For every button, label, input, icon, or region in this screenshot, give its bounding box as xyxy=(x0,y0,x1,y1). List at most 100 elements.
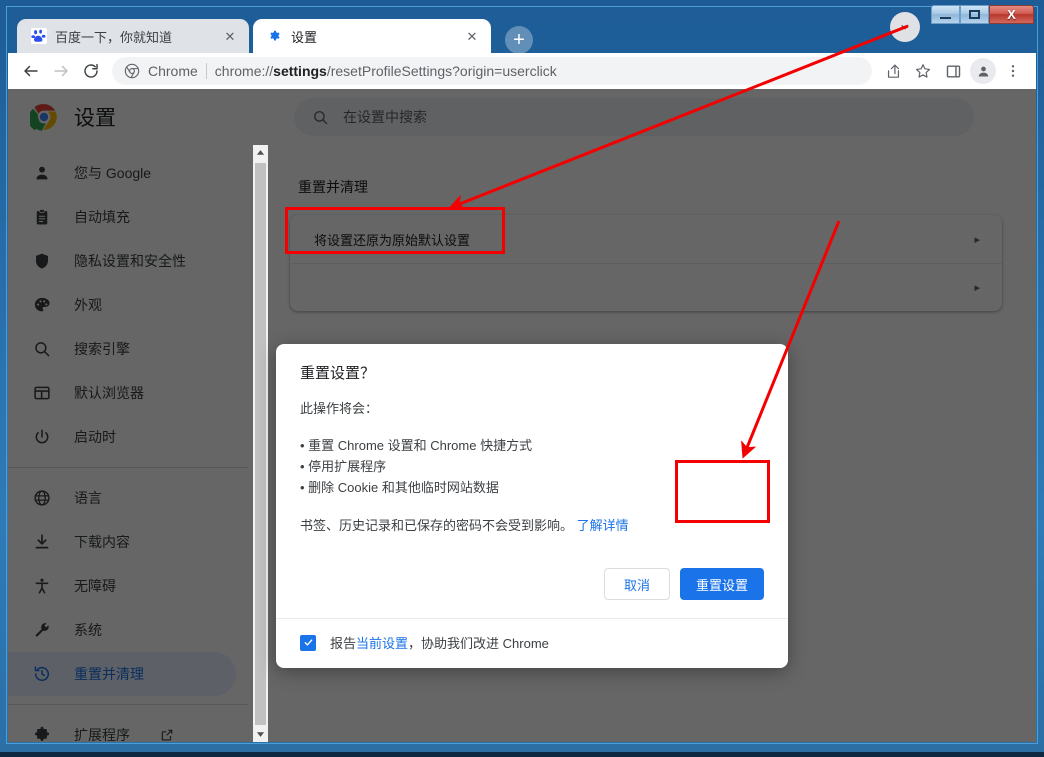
maximize-button[interactable] xyxy=(960,5,989,24)
tab-baidu[interactable]: 百度一下，你就知道 ✕ xyxy=(17,19,249,53)
footer-prefix: 报告 xyxy=(330,636,357,651)
shield-icon xyxy=(32,251,52,271)
page-viewport: 设置 在设置中搜索 您与 Google 自动填充 隐私设置和安全性 外观 搜索引… xyxy=(8,89,1036,742)
report-settings-checkbox[interactable] xyxy=(300,634,316,651)
sidebar-item-autofill[interactable]: 自动填充 xyxy=(8,195,248,239)
row-secondary[interactable]: ▸ xyxy=(290,263,1002,311)
sidebar-item-label: 外观 xyxy=(74,297,102,313)
omnibox-scheme-label: Chrome xyxy=(148,63,198,79)
sidebar-item-label: 自动填充 xyxy=(74,209,130,225)
sidebar-item-label: 下载内容 xyxy=(74,534,130,550)
sidebar-item-privacy-security[interactable]: 隐私设置和安全性 xyxy=(8,239,248,283)
sidebar-item-languages[interactable]: 语言 xyxy=(8,476,248,520)
window-titlebar[interactable] xyxy=(0,0,1044,12)
dialog-intro-text: 此操作将会： xyxy=(300,401,379,416)
sidebar-scrollbar[interactable] xyxy=(253,145,268,742)
sidebar-item-label: 无障碍 xyxy=(74,578,116,594)
sidebar-item-label: 搜索引擎 xyxy=(74,341,130,357)
browser-window: X 百度一下，你就知道 ✕ 设置 ✕ + Chrome chrome://set… xyxy=(0,0,1044,752)
new-tab-button[interactable]: + xyxy=(505,26,533,54)
tab-search-button[interactable] xyxy=(890,12,920,42)
sidebar-item-reset-and-clean-up[interactable]: 重置并清理 xyxy=(8,652,236,696)
settings-header: 设置 在设置中搜索 xyxy=(8,89,1036,145)
share-icon xyxy=(887,64,899,78)
three-dots-icon xyxy=(1011,65,1015,77)
share-button[interactable] xyxy=(878,56,908,86)
settings-brand: 设置 xyxy=(8,102,248,132)
reset-settings-dialog: 重置设置？ 此操作将会： • 重置 Chrome 设置和 Chrome 快捷方式… xyxy=(276,344,788,668)
maximize-icon xyxy=(969,10,980,19)
profile-avatar-button[interactable] xyxy=(970,58,996,84)
sidebar-item-label: 隐私设置和安全性 xyxy=(74,253,186,269)
dialog-bullet-list: • 重置 Chrome 设置和 Chrome 快捷方式 • 停用扩展程序 • 删… xyxy=(300,435,764,498)
forward-button[interactable] xyxy=(46,56,76,86)
chrome-icon xyxy=(124,63,140,79)
minimize-icon xyxy=(940,17,951,19)
page-title: 设置 xyxy=(74,107,116,130)
wrench-icon xyxy=(32,620,52,640)
dialog-title: 重置设置？ xyxy=(300,365,376,382)
minimize-button[interactable] xyxy=(931,5,960,24)
bookmark-button[interactable] xyxy=(908,56,938,86)
search-icon xyxy=(32,339,52,359)
scrollbar-up-arrow[interactable] xyxy=(253,145,268,160)
power-icon xyxy=(32,427,52,447)
close-button[interactable]: X xyxy=(989,5,1034,24)
close-icon: X xyxy=(1007,7,1016,22)
sidebar-item-label: 重置并清理 xyxy=(74,666,144,682)
tab-title: 设置 xyxy=(291,29,318,45)
settings-search-box[interactable]: 在设置中搜索 xyxy=(294,98,974,136)
tab-settings[interactable]: 设置 ✕ xyxy=(253,19,491,53)
window-controls: X xyxy=(931,5,1034,24)
clipboard-icon xyxy=(32,207,52,227)
sidebar-item-search-engine[interactable]: 搜索引擎 xyxy=(8,327,248,371)
tab-close-icon[interactable]: ✕ xyxy=(221,27,239,45)
dialog-bullet-item: • 重置 Chrome 设置和 Chrome 快捷方式 xyxy=(300,438,533,453)
cancel-button[interactable]: 取消 xyxy=(603,568,670,600)
sidebar-item-accessibility[interactable]: 无障碍 xyxy=(8,564,248,608)
current-settings-link[interactable]: 当前设置 xyxy=(356,636,408,651)
sidebar-item-system[interactable]: 系统 xyxy=(8,608,248,652)
learn-more-link[interactable]: 了解详情 xyxy=(577,518,629,533)
person-icon xyxy=(32,163,52,183)
sidebar-item-appearance[interactable]: 外观 xyxy=(8,283,248,327)
sidebar-item-default-browser[interactable]: 默认浏览器 xyxy=(8,371,248,415)
reset-settings-card: 将设置还原为原始默认设置 ▸ ▸ xyxy=(290,215,1002,311)
sidebar-item-label: 启动时 xyxy=(74,429,116,445)
dialog-body: 重置设置？ 此操作将会： • 重置 Chrome 设置和 Chrome 快捷方式… xyxy=(276,344,788,568)
section-title: 重置并清理 xyxy=(298,179,368,195)
globe-icon xyxy=(32,488,52,508)
download-icon xyxy=(32,532,52,552)
sidebar-item-extensions[interactable]: 扩展程序 xyxy=(8,713,248,742)
scrollbar-thumb[interactable] xyxy=(255,163,266,725)
chrome-logo-icon xyxy=(30,104,57,131)
back-button[interactable] xyxy=(16,56,46,86)
gear-icon xyxy=(270,30,280,41)
address-bar[interactable]: Chrome chrome://settings/resetProfileSet… xyxy=(112,57,872,85)
report-settings-label: 报告当前设置，协助我们改进 Chrome xyxy=(330,633,549,652)
sidebar-item-label: 扩展程序 xyxy=(74,727,130,742)
triangle-down-icon xyxy=(256,732,265,737)
chevron-right-icon: ▸ xyxy=(974,233,980,246)
dialog-bullet-item: • 停用扩展程序 xyxy=(300,459,387,474)
sidebar-item-downloads[interactable]: 下载内容 xyxy=(8,520,248,564)
side-panel-button[interactable] xyxy=(938,56,968,86)
palette-icon xyxy=(32,295,52,315)
arrow-right-icon xyxy=(54,65,68,77)
scrollbar-down-arrow[interactable] xyxy=(253,727,268,742)
chevron-right-icon: ▸ xyxy=(974,282,980,294)
dialog-bullet-item: • 删除 Cookie 和其他临时网站数据 xyxy=(300,480,499,495)
sidebar-item-label: 默认浏览器 xyxy=(74,385,144,401)
chrome-menu-button[interactable] xyxy=(998,56,1028,86)
sidebar-item-on-startup[interactable]: 启动时 xyxy=(8,415,248,459)
row-restore-defaults[interactable]: 将设置还原为原始默认设置 ▸ xyxy=(290,215,1002,263)
reset-settings-confirm-button[interactable]: 重置设置 xyxy=(679,568,764,600)
omnibox-url: chrome://settings/resetProfileSettings?o… xyxy=(214,63,557,79)
reload-button[interactable] xyxy=(76,56,106,86)
sidebar-divider xyxy=(8,467,248,468)
browser-icon xyxy=(32,383,52,403)
history-restore-icon xyxy=(32,664,52,684)
sidebar-item-label: 您与 Google xyxy=(74,165,152,181)
sidebar-item-you-and-google[interactable]: 您与 Google xyxy=(8,151,248,195)
tab-close-icon[interactable]: ✕ xyxy=(463,27,481,45)
